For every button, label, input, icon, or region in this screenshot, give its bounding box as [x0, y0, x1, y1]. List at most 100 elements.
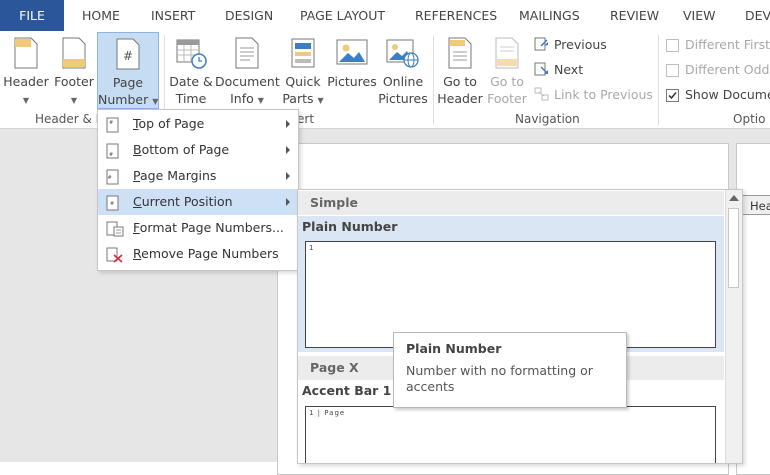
group-label-navigation: Navigation: [515, 112, 580, 126]
menu-item-format-page-numbers[interactable]: Format Page Numbers...: [98, 215, 298, 241]
page-number-menu: # Top of Page # Bottom of Page # Page Ma…: [97, 109, 299, 271]
chevron-down-icon: ▼: [70, 96, 78, 105]
tooltip-title: Plain Number: [406, 341, 502, 356]
group-separator: [658, 35, 659, 125]
date-time-button[interactable]: Date & Time: [166, 31, 216, 109]
group-label-options: Optio: [733, 112, 766, 126]
current-position-gallery: Simple Plain Number 1 Page X Accent Bar …: [297, 189, 743, 464]
ribbon-tab-bar: FILE HOME INSERT DESIGN PAGE LAYOUT REFE…: [0, 0, 770, 32]
svg-text:#: #: [123, 49, 133, 63]
online-pictures-label-line1: Online: [382, 74, 424, 89]
tab-home[interactable]: HOME: [82, 0, 120, 31]
document-info-button[interactable]: Document Info ▼: [215, 31, 280, 109]
link-icon: [534, 87, 549, 101]
gallery-item-title: Accent Bar 1: [302, 383, 392, 398]
tab-review[interactable]: REVIEW: [610, 0, 659, 31]
page-number-label-line2: Number: [98, 92, 149, 107]
svg-text:#: #: [110, 201, 114, 207]
scrollbar-thumb[interactable]: [728, 208, 739, 288]
pictures-button[interactable]: Pictures: [327, 31, 377, 109]
pictures-label: Pictures: [327, 74, 377, 89]
go-to-footer-label-line1: Go to: [490, 74, 524, 89]
group-separator: [433, 35, 434, 125]
remove-page-numbers-icon: [106, 247, 123, 263]
go-to-header-icon: [448, 37, 472, 69]
different-odd-even-label: Different Odd &: [685, 62, 770, 77]
online-pictures-label-line2: Pictures: [378, 91, 428, 106]
plain-number-tooltip: Plain Number Number with no formatting o…: [393, 332, 627, 408]
previous-section-icon: [534, 37, 548, 51]
show-document-text-checkbox[interactable]: [666, 89, 679, 102]
chevron-down-icon: ▼: [257, 96, 264, 105]
next-label: Next: [553, 62, 584, 77]
submenu-arrow-icon: [286, 172, 290, 180]
page-top-icon: #: [106, 117, 119, 133]
go-to-header-label-line1: Go to: [443, 74, 477, 89]
header-label: Header: [3, 74, 49, 89]
calendar-clock-icon: [176, 39, 207, 69]
page-number-button[interactable]: # Page Number ▼: [97, 32, 159, 109]
link-to-previous-button[interactable]: Link to Previous: [534, 86, 653, 104]
go-to-footer-button[interactable]: Go to Footer: [484, 31, 530, 109]
online-picture-icon: [386, 39, 419, 68]
quick-parts-icon: [291, 38, 315, 68]
accent-bar-preview: 1 | Page: [305, 406, 716, 463]
header-icon: [14, 37, 38, 69]
go-to-footer-icon: [495, 37, 519, 69]
next-button[interactable]: Next: [534, 61, 583, 79]
tab-design[interactable]: DESIGN: [225, 0, 273, 31]
chevron-down-icon: ▼: [22, 96, 30, 105]
svg-text:#: #: [108, 175, 112, 181]
document-info-label-line1: Document: [215, 74, 280, 89]
footer-button[interactable]: Footer ▼: [50, 31, 98, 109]
scroll-up-icon[interactable]: [729, 195, 739, 201]
menu-item-page-margins[interactable]: # Page Margins: [98, 163, 298, 189]
tooltip-body: Number with no formatting or accents: [406, 363, 593, 394]
header-area-tab[interactable]: Hea: [741, 195, 770, 215]
page-bottom-icon: #: [106, 143, 119, 159]
gallery-scrollbar[interactable]: [725, 190, 742, 463]
online-pictures-button[interactable]: Online Pictures: [377, 31, 429, 109]
svg-text:#: #: [109, 152, 113, 158]
page-current-icon: #: [106, 195, 119, 211]
header-button[interactable]: Header ▼: [2, 31, 50, 109]
page-number-icon: #: [116, 38, 140, 70]
document-info-label-line2: Info: [230, 91, 254, 106]
menu-item-top-of-page[interactable]: # Top of Page: [98, 111, 298, 137]
group-label-insert: ert: [297, 112, 315, 126]
previous-button[interactable]: Previous: [534, 36, 607, 54]
tab-developer[interactable]: DEVE: [745, 0, 770, 31]
different-odd-even-checkbox[interactable]: [666, 64, 679, 77]
tab-mailings[interactable]: MAILINGS: [519, 0, 580, 31]
date-time-label-line1: Date &: [169, 74, 213, 89]
tab-view[interactable]: VIEW: [683, 0, 716, 31]
checkmark-icon: [668, 92, 677, 100]
tab-page-layout[interactable]: PAGE LAYOUT: [300, 0, 385, 31]
gallery-item-title: Plain Number: [302, 219, 398, 234]
submenu-arrow-icon: [286, 198, 290, 206]
date-time-label-line2: Time: [175, 91, 207, 106]
page-margin-icon: #: [106, 169, 119, 185]
tab-file[interactable]: FILE: [0, 0, 64, 31]
format-page-numbers-icon: [106, 221, 124, 237]
document-info-icon: [235, 37, 259, 69]
footer-label: Footer: [54, 74, 94, 89]
menu-item-remove-page-numbers[interactable]: Remove Page Numbers: [98, 241, 298, 267]
next-section-icon: [534, 62, 548, 76]
quick-parts-label-line1: Quick: [285, 74, 321, 89]
different-first-page-checkbox[interactable]: [666, 39, 679, 52]
tab-references[interactable]: REFERENCES: [415, 0, 497, 31]
go-to-header-label-line2: Header: [437, 91, 483, 106]
menu-item-current-position[interactable]: # Current Position: [98, 189, 298, 215]
footer-icon: [62, 37, 86, 69]
svg-text:#: #: [109, 120, 113, 126]
tab-insert[interactable]: INSERT: [151, 0, 195, 31]
menu-item-bottom-of-page[interactable]: # Bottom of Page: [98, 137, 298, 163]
go-to-footer-label-line2: Footer: [487, 91, 527, 106]
quick-parts-label-line2: Parts: [282, 91, 314, 106]
different-first-page-label: Different First P: [685, 37, 770, 52]
chevron-down-icon: ▼: [152, 97, 159, 106]
go-to-header-button[interactable]: Go to Header: [436, 31, 484, 109]
previous-label: Previous: [553, 37, 607, 52]
quick-parts-button[interactable]: Quick Parts ▼: [281, 31, 325, 109]
